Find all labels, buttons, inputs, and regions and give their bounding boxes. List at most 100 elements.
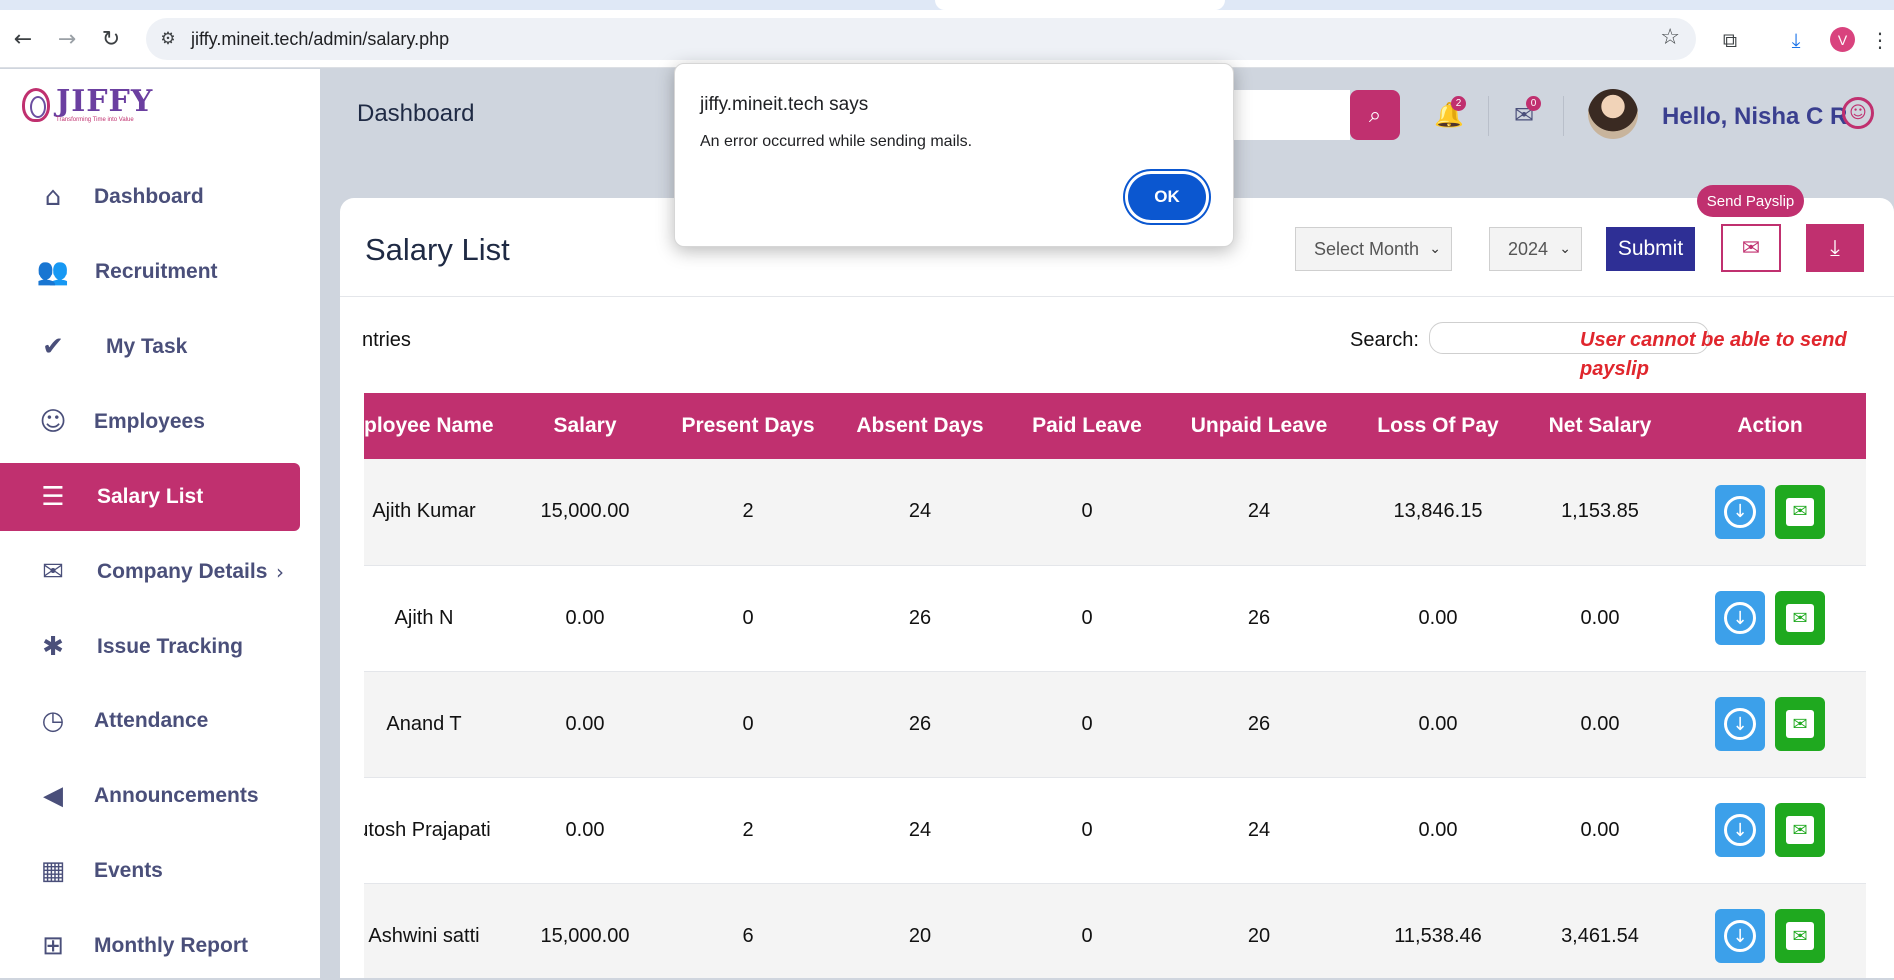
- year-select[interactable]: 2024 ⌄: [1489, 227, 1582, 271]
- check-circle-icon: ✔: [42, 332, 64, 362]
- cell-loss-of-pay: 11,538.46: [1350, 883, 1526, 978]
- site-settings-icon[interactable]: ⚙: [156, 27, 180, 51]
- column-header[interactable]: Salary: [508, 393, 662, 459]
- download-icon[interactable]: ⤓: [1782, 26, 1810, 54]
- alert-dialog: jiffy.mineit.tech says An error occurred…: [674, 63, 1234, 247]
- cell-employee-name: utosh Prajapati: [364, 777, 508, 884]
- download-payslip-button[interactable]: ↓: [1715, 591, 1765, 645]
- menu-dots-icon[interactable]: ⋮: [1870, 26, 1890, 54]
- cell-salary: 0.00: [508, 565, 662, 672]
- download-payslip-button[interactable]: ↓: [1715, 697, 1765, 751]
- download-circle-icon: ↓: [1724, 708, 1756, 740]
- back-icon[interactable]: ←: [8, 24, 38, 54]
- sidebar-item-issue-tracking[interactable]: ✱ Issue Tracking: [0, 613, 300, 681]
- cell-net-salary: 0.00: [1526, 565, 1674, 672]
- list-icon: ☰: [41, 482, 65, 512]
- table-header-row: ployee Name Salary Present Days Absent D…: [364, 393, 1866, 459]
- envelope-icon: ✉: [1741, 235, 1761, 261]
- sidebar-item-events[interactable]: ▦ Events: [0, 837, 300, 905]
- extensions-icon[interactable]: ⧉: [1716, 26, 1744, 54]
- cell-paid-leave: 0: [1006, 777, 1168, 884]
- cell-loss-of-pay: 0.00: [1350, 565, 1526, 672]
- sidebar-item-announcements[interactable]: ◀ Announcements: [0, 762, 300, 830]
- download-circle-icon: ↓: [1724, 495, 1756, 528]
- cell-action: ↓ ✉: [1674, 565, 1866, 672]
- calendar-icon: ▦: [40, 856, 66, 886]
- chevron-down-icon: ⌄: [1559, 241, 1571, 257]
- cell-present-days: 2: [662, 777, 834, 884]
- sidebar-item-label: Recruitment: [95, 260, 218, 283]
- brand-logo[interactable]: JIFFY Transforming Time into Value: [22, 87, 153, 123]
- column-header[interactable]: Absent Days: [834, 393, 1006, 459]
- chevron-down-icon: ⌄: [1429, 241, 1441, 257]
- mail-payslip-button[interactable]: ✉: [1775, 803, 1825, 857]
- download-payslip-button[interactable]: ↓: [1715, 909, 1765, 963]
- reload-icon[interactable]: ↻: [96, 24, 126, 54]
- envelope-icon: ✉: [1786, 497, 1814, 526]
- cell-absent-days: 24: [834, 777, 1006, 884]
- salary-card: Salary List Select Month ⌄ 2024 ⌄ Submit…: [340, 198, 1894, 978]
- month-select[interactable]: Select Month ⌄: [1295, 227, 1452, 271]
- profile-avatar[interactable]: V: [1830, 27, 1855, 52]
- clock-icon: ◷: [41, 706, 65, 736]
- cell-present-days: 0: [662, 671, 834, 778]
- cell-net-salary: 3,461.54: [1526, 883, 1674, 978]
- forward-icon[interactable]: →: [52, 24, 82, 54]
- sidebar-item-attendance[interactable]: ◷ Attendance: [0, 687, 300, 755]
- cell-absent-days: 20: [834, 883, 1006, 978]
- mail-payslip-button[interactable]: ✉: [1775, 591, 1825, 645]
- column-header[interactable]: Unpaid Leave: [1168, 393, 1350, 459]
- column-header[interactable]: Action: [1674, 393, 1866, 459]
- column-header[interactable]: Paid Leave: [1006, 393, 1168, 459]
- users-icon: 👥: [36, 257, 70, 287]
- table-row: Ajith N 0.00 0 26 0 26 0.00 0.00 ↓ ✉: [364, 565, 1866, 672]
- cell-paid-leave: 0: [1006, 883, 1168, 978]
- cell-loss-of-pay: 13,846.15: [1350, 459, 1526, 566]
- envelope-icon: ✉: [1786, 604, 1814, 632]
- salary-table: ployee Name Salary Present Days Absent D…: [364, 393, 1866, 978]
- sidebar-item-recruitment[interactable]: 👥 Recruitment: [0, 238, 300, 306]
- sidebar-item-employees[interactable]: ☺ Employees: [0, 388, 300, 456]
- user-greeting[interactable]: Hello, Nisha C R: [1662, 103, 1847, 131]
- cell-present-days: 2: [662, 459, 834, 566]
- envelope-icon: ✉: [1786, 710, 1814, 738]
- sidebar-item-dashboard[interactable]: ⌂ Dashboard: [0, 163, 300, 231]
- column-header[interactable]: Loss Of Pay: [1350, 393, 1526, 459]
- cell-present-days: 6: [662, 883, 834, 978]
- chevron-right-icon[interactable]: ›: [276, 560, 284, 584]
- browser-toolbar: ← → ↻ ⚙ jiffy.mineit.tech/admin/salary.p…: [0, 10, 1894, 68]
- download-all-button[interactable]: ⤓: [1806, 224, 1864, 272]
- column-header[interactable]: ployee Name: [364, 393, 508, 459]
- mail-payslip-button[interactable]: ✉: [1775, 484, 1825, 539]
- sidebar-item-monthly-report[interactable]: ⊞ Monthly Report: [0, 912, 300, 980]
- cell-unpaid-leave: 20: [1168, 883, 1350, 978]
- cell-unpaid-leave: 24: [1168, 459, 1350, 566]
- sidebar-item-label: My Task: [106, 335, 188, 358]
- sidebar-item-salary-list[interactable]: ☰ Salary List: [0, 463, 300, 531]
- search-icon[interactable]: ⌕: [1350, 90, 1400, 140]
- send-payslip-button[interactable]: ✉: [1721, 224, 1781, 272]
- mail-payslip-button[interactable]: ✉: [1775, 697, 1825, 751]
- column-header[interactable]: Present Days: [662, 393, 834, 459]
- table-row: utosh Prajapati 0.00 2 24 0 24 0.00 0.00…: [364, 777, 1866, 884]
- cell-unpaid-leave: 26: [1168, 671, 1350, 778]
- download-payslip-button[interactable]: ↓: [1715, 803, 1765, 857]
- address-bar[interactable]: ⚙ jiffy.mineit.tech/admin/salary.php ☆: [146, 18, 1696, 60]
- current-tab[interactable]: [935, 0, 1225, 10]
- table-row: Ajith Kumar 15,000.00 2 24 0 24 13,846.1…: [364, 459, 1866, 566]
- smile-icon[interactable]: ☺: [1842, 97, 1874, 129]
- sidebar-item-label: Events: [94, 859, 163, 882]
- sidebar-item-company-details[interactable]: ✉ Company Details ›: [0, 538, 300, 606]
- notification-badge: 2: [1451, 96, 1466, 111]
- ok-button[interactable]: OK: [1128, 174, 1206, 220]
- submit-button[interactable]: Submit: [1606, 227, 1695, 271]
- cell-paid-leave: 0: [1006, 459, 1168, 566]
- download-payslip-button[interactable]: ↓: [1715, 484, 1765, 539]
- bookmark-star-icon[interactable]: ☆: [1660, 25, 1680, 50]
- sidebar-item-label: Announcements: [94, 784, 259, 807]
- avatar[interactable]: [1588, 89, 1638, 139]
- column-header[interactable]: Net Salary: [1526, 393, 1674, 459]
- mail-payslip-button[interactable]: ✉: [1775, 909, 1825, 963]
- sidebar-item-my-task[interactable]: ✔ My Task: [0, 313, 300, 381]
- url-text[interactable]: jiffy.mineit.tech/admin/salary.php: [191, 29, 449, 50]
